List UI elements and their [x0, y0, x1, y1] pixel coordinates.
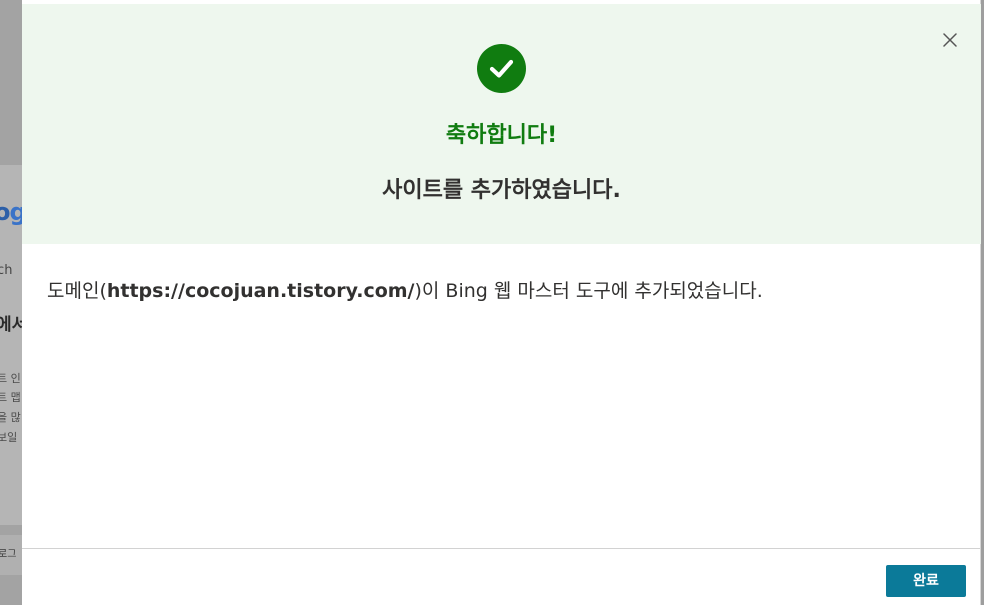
background-page: og rch 에서 트 인 트 맵 을 많 보일 로그: [0, 0, 22, 605]
domain-url: https://cocojuan.tistory.com/: [106, 280, 415, 302]
done-button[interactable]: 완료: [886, 565, 966, 597]
close-icon: [943, 33, 957, 47]
background-search-fragment: rch: [0, 263, 13, 278]
background-heading-fragment: 에서: [0, 315, 22, 335]
add-site-success-dialog: 축하합니다! 사이트를 추가하였습니다. 도메인(https://cocojua…: [22, 0, 981, 605]
checkmark-icon: [489, 59, 514, 78]
background-text-fragment: 보일: [0, 431, 18, 444]
screen: og rch 에서 트 인 트 맵 을 많 보일 로그 축하합니다! 사이트를 …: [0, 0, 984, 605]
site-added-title: 사이트를 추가하였습니다.: [382, 178, 621, 203]
background-footer-fragment: 로그: [0, 549, 17, 560]
congrats-title: 축하합니다!: [445, 123, 558, 148]
footer-divider: [22, 548, 980, 549]
message-suffix: )이 Bing 웹 마스터 도구에 추가되었습니다.: [414, 280, 763, 302]
message-prefix: 도메인(: [47, 280, 107, 302]
background-text-fragment: 트 인: [0, 372, 21, 385]
background-text-fragment: 을 많: [0, 411, 21, 424]
check-circle-icon: [477, 44, 526, 93]
domain-added-message: 도메인(https://cocojuan.tistory.com/)이 Bing…: [47, 278, 763, 304]
background-logo-fragment: og: [0, 198, 22, 226]
close-button[interactable]: [936, 26, 964, 54]
success-banner: 축하합니다! 사이트를 추가하였습니다.: [22, 4, 981, 244]
background-text-fragment: 트 맵: [0, 391, 21, 404]
